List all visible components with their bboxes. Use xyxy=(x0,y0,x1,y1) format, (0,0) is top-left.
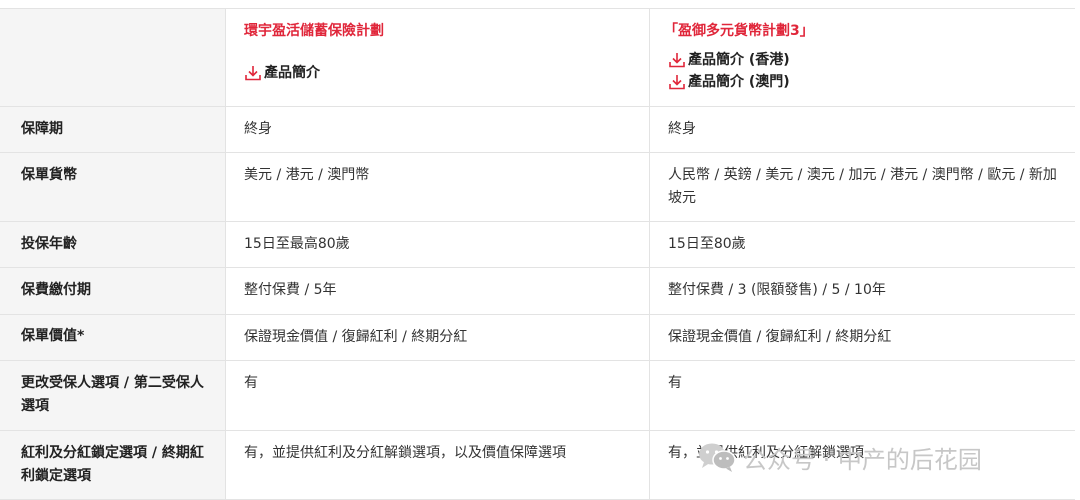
brochure-label: 產品簡介 (香港) xyxy=(688,52,790,68)
download-icon xyxy=(669,53,685,68)
row-value-plan-2: 15日至80歲 xyxy=(668,236,746,252)
comparison-table: 環宇盈活儲蓄保險計劃 產品簡介 「盈御多元貨幣計劃3」 產品簡介 (香港) 產品… xyxy=(0,8,1075,500)
row-label: 紅利及分紅鎖定選項 / 終期紅利鎖定選項 xyxy=(0,431,226,499)
row-label: 更改受保人選項 / 第二受保人選項 xyxy=(0,361,226,430)
row-value-plan-1: 15日至最高80歲 xyxy=(226,222,650,267)
plan-name-2: 「盈御多元貨幣計劃3」 xyxy=(664,23,814,39)
row-value-plan-1: 美元 / 港元 / 澳門幣 xyxy=(226,153,650,221)
table-row: 紅利及分紅鎖定選項 / 終期紅利鎖定選項 有，並提供紅利及分紅解鎖選項，以及價值… xyxy=(0,431,1075,500)
row-value-plan-1: 有 xyxy=(226,361,650,430)
table-row: 保費繳付期 整付保費 / 5年 整付保費 / 3 (限額發售) / 5 / 10… xyxy=(0,268,1075,315)
table-row: 保障期 終身 終身 xyxy=(0,107,1075,153)
row-value-plan-2: 保證現金價值 / 復歸紅利 / 終期分紅 xyxy=(668,329,892,345)
header-empty-cell xyxy=(0,9,226,106)
plan-column-2: 「盈御多元貨幣計劃3」 產品簡介 (香港) 產品簡介 (澳門) xyxy=(650,9,1075,106)
row-label: 保單貨幣 xyxy=(0,153,226,221)
row-value-plan-1: 有，並提供紅利及分紅解鎖選項，以及價值保障選項 xyxy=(226,431,650,499)
row-value-plan-2: 整付保費 / 3 (限額發售) / 5 / 10年 xyxy=(668,282,886,298)
row-value-plan-1: 整付保費 / 5年 xyxy=(226,268,650,314)
row-label: 保費繳付期 xyxy=(0,268,226,314)
row-value-plan-1: 保證現金價值 / 復歸紅利 / 終期分紅 xyxy=(226,315,650,360)
download-icon xyxy=(669,75,685,90)
row-value-plan-2: 人民幣 / 英鎊 / 美元 / 澳元 / 加元 / 港元 / 澳門幣 / 歐元 … xyxy=(668,167,1057,206)
brochure-download-link-hk[interactable]: 產品簡介 (香港) xyxy=(668,49,1061,71)
brochure-download-link-macau[interactable]: 產品簡介 (澳門) xyxy=(668,71,1061,93)
brochure-download-link[interactable]: 產品簡介 xyxy=(244,62,649,84)
table-row: 更改受保人選項 / 第二受保人選項 有 有 xyxy=(0,361,1075,431)
row-value-plan-2: 終身 xyxy=(668,121,696,137)
brochure-label: 產品簡介 (澳門) xyxy=(688,74,790,90)
table-row: 投保年齡 15日至最高80歲 15日至80歲 xyxy=(0,222,1075,268)
download-icon xyxy=(245,66,261,81)
table-row: 保單價值* 保證現金價值 / 復歸紅利 / 終期分紅 保證現金價值 / 復歸紅利… xyxy=(0,315,1075,361)
row-value-plan-1: 終身 xyxy=(226,107,650,152)
plan-column-1: 環宇盈活儲蓄保險計劃 產品簡介 xyxy=(226,9,650,106)
plan-name-1: 環宇盈活儲蓄保險計劃 xyxy=(244,23,384,39)
row-value-plan-2: 有，並提供紅利及分紅解鎖選項 xyxy=(668,445,864,461)
table-header-row: 環宇盈活儲蓄保險計劃 產品簡介 「盈御多元貨幣計劃3」 產品簡介 (香港) 產品… xyxy=(0,9,1075,107)
row-label: 保單價值* xyxy=(0,315,226,360)
brochure-label: 產品簡介 xyxy=(264,65,320,81)
row-label: 投保年齡 xyxy=(0,222,226,267)
row-value-plan-2: 有 xyxy=(668,375,682,391)
table-row: 保單貨幣 美元 / 港元 / 澳門幣 人民幣 / 英鎊 / 美元 / 澳元 / … xyxy=(0,153,1075,222)
row-label: 保障期 xyxy=(0,107,226,152)
